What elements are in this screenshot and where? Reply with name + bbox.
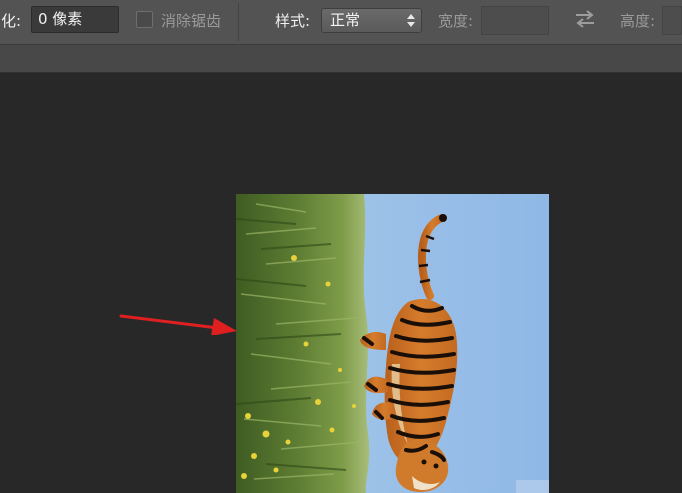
height-input[interactable] bbox=[662, 6, 682, 35]
antialias-checkbox[interactable] bbox=[136, 11, 153, 28]
up-down-arrows-icon bbox=[407, 14, 415, 27]
photoshop-window: 羽化: 0 像素 消除锯齿 样式: 正常 宽度: 高度: bbox=[0, 0, 682, 493]
style-select-value: 正常 bbox=[330, 11, 361, 29]
red-arrow-icon bbox=[119, 314, 237, 335]
options-bar: 羽化: 0 像素 消除锯齿 样式: 正常 宽度: 高度: bbox=[0, 0, 682, 45]
width-label: 宽度: bbox=[438, 12, 474, 30]
document-tab-bar bbox=[0, 45, 682, 73]
height-label: 高度: bbox=[620, 12, 656, 30]
antialias-label: 消除锯齿 bbox=[161, 12, 222, 30]
feather-label: 羽化: bbox=[0, 12, 22, 30]
swap-arrows-icon[interactable] bbox=[574, 9, 596, 29]
style-label: 样式: bbox=[275, 12, 311, 30]
feather-input[interactable]: 0 像素 bbox=[31, 6, 119, 33]
tiger-photo[interactable] bbox=[236, 194, 549, 493]
toolbar-divider bbox=[238, 3, 239, 41]
tiger-image bbox=[236, 194, 549, 493]
style-select[interactable]: 正常 bbox=[321, 8, 422, 33]
width-input[interactable] bbox=[481, 6, 549, 35]
